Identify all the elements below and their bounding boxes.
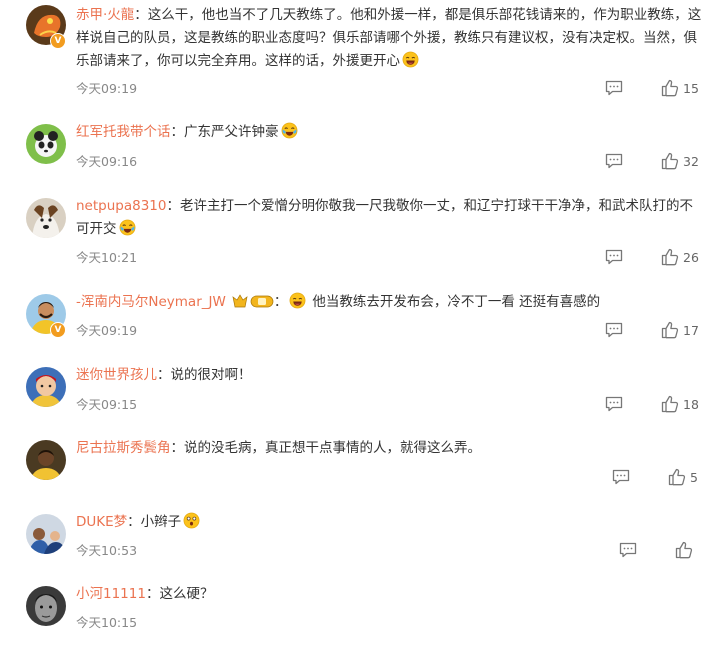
comment-body: 迷你世界孩儿：说的很对啊！	[76, 364, 706, 387]
comment-body: -浑南内马尔Neymar_JW ： 他当教练去开发布会，冷不丁一看 还挺有喜感的	[76, 291, 706, 314]
comment-time: 今天09:16	[76, 154, 138, 169]
comment-text: 小辫子	[140, 514, 182, 530]
comment-username[interactable]: 尼古拉斯秀鬓角	[76, 440, 171, 456]
comment-text: 说的很对啊！	[170, 367, 252, 383]
emoji-icon	[402, 51, 419, 68]
like-count: 18	[683, 397, 699, 412]
comment-separator: ：	[145, 586, 160, 602]
comment-separator: ：	[273, 294, 288, 310]
thumbs-up-icon[interactable]	[675, 541, 693, 559]
comment-username[interactable]: netpupa8310	[76, 198, 166, 214]
comment-icon[interactable]	[619, 542, 637, 558]
comment-separator: ：	[166, 198, 180, 214]
avatar[interactable]	[26, 367, 66, 407]
avatar[interactable]	[26, 586, 66, 626]
comment-separator: ：	[170, 440, 185, 456]
comment-time: 今天10:53	[76, 543, 138, 558]
like-count: 15	[683, 81, 699, 96]
crown-badge-icon	[232, 294, 274, 308]
thumbs-up-icon[interactable]	[661, 79, 679, 97]
comment-time: 今天10:15	[76, 615, 138, 630]
comment-separator: ：	[170, 124, 185, 140]
avatar[interactable]	[26, 514, 66, 554]
thumbs-up-icon[interactable]	[668, 468, 686, 486]
comment-text: 这么硬？	[159, 586, 214, 602]
like-count: 17	[683, 323, 699, 338]
comment-username[interactable]: 赤甲·火龍	[76, 7, 134, 23]
avatar[interactable]	[26, 124, 66, 164]
comment-time: 今天09:15	[76, 397, 138, 412]
comment-username[interactable]: 迷你世界孩儿	[76, 367, 157, 383]
emoji-icon	[281, 122, 298, 139]
emoji-icon	[289, 292, 306, 309]
thumbs-up-icon[interactable]	[661, 152, 679, 170]
comment-text: 说的没毛病，真正想干点事情的人，就得这么弄。	[184, 440, 481, 456]
like-count: 5	[690, 470, 698, 485]
comment-icon[interactable]	[605, 153, 623, 169]
comment-text: 这么干，他也当不了几天教练了。他和外援一样，都是俱乐部花钱请来的，作为职业教练，…	[76, 7, 702, 69]
comment-body: 小河11111：这么硬？	[76, 583, 706, 606]
comment-time: 今天09:19	[76, 81, 138, 96]
thumbs-up-icon[interactable]	[661, 248, 679, 266]
comment-body: netpupa8310：老许主打一个爱憎分明你敬我一尺我敬你一丈，和辽宁打球干干…	[76, 195, 706, 241]
emoji-icon	[183, 512, 200, 529]
comment-time: 今天10:21	[76, 250, 138, 265]
comment-icon[interactable]	[605, 396, 623, 412]
comment-username[interactable]: 小河11111	[76, 586, 146, 602]
comment-icon[interactable]	[612, 469, 630, 485]
comment-username[interactable]: -浑南内马尔Neymar_JW	[76, 294, 226, 310]
verified-badge-icon: V	[50, 33, 66, 49]
comment-body: DUKE梦：小辫子	[76, 511, 706, 534]
comment-username[interactable]: DUKE梦	[76, 514, 127, 530]
verified-badge-icon: V	[50, 322, 66, 338]
like-count: 32	[683, 154, 699, 169]
comment-separator: ：	[134, 7, 148, 23]
thumbs-up-icon[interactable]	[661, 395, 679, 413]
comment-icon[interactable]	[605, 249, 623, 265]
comment-time: 今天09:19	[76, 323, 138, 338]
thumbs-up-icon[interactable]	[661, 321, 679, 339]
emoji-icon	[119, 219, 136, 236]
comment-username[interactable]: 红军托我带个话	[76, 124, 171, 140]
avatar[interactable]	[26, 440, 66, 480]
comment-text: 广东严父许钟豪	[184, 124, 279, 140]
comment-body: 红军托我带个话：广东严父许钟豪	[76, 121, 706, 144]
comment-icon[interactable]	[605, 322, 623, 338]
like-count: 26	[683, 250, 699, 265]
comment-icon[interactable]	[605, 80, 623, 96]
comment-separator: ：	[157, 367, 171, 383]
avatar[interactable]	[26, 198, 66, 238]
comment-separator: ：	[127, 514, 141, 530]
comment-body: 赤甲·火龍：这么干，他也当不了几天教练了。他和外援一样，都是俱乐部花钱请来的，作…	[76, 4, 706, 73]
comment-text: 他当教练去开发布会，冷不丁一看 还挺有喜感的	[312, 294, 601, 310]
comment-body: 尼古拉斯秀鬓角：说的没毛病，真正想干点事情的人，就得这么弄。	[76, 437, 706, 460]
